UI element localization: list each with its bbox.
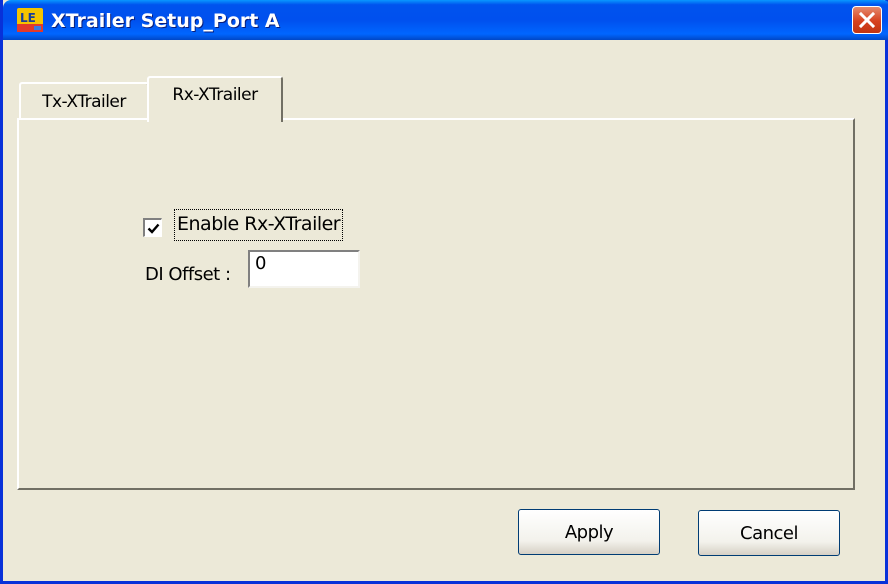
tab-rx-xtrailer[interactable]: Rx-XTrailer (147, 76, 283, 122)
tab-tx-xtrailer[interactable]: Tx-XTrailer (19, 82, 149, 120)
di-offset-label: DI Offset : (145, 264, 231, 285)
le-app-icon: LE (17, 8, 43, 32)
tab-panel (17, 118, 855, 490)
window-title: XTrailer Setup_Port A (51, 10, 280, 32)
tab-label: Tx-XTrailer (42, 92, 126, 112)
enable-rx-xtrailer-checkbox[interactable] (143, 218, 162, 237)
enable-rx-xtrailer-label[interactable]: Enable Rx-XTrailer (173, 209, 344, 241)
checkmark-icon (147, 223, 159, 234)
close-button[interactable] (852, 6, 882, 34)
dialog-window: LE XTrailer Setup_Port A Tx-XTrailer Rx-… (0, 0, 888, 584)
di-offset-input[interactable]: 0 (248, 250, 360, 288)
close-x-icon (858, 11, 876, 29)
cancel-button[interactable]: Cancel (698, 510, 840, 556)
title-bar[interactable]: LE XTrailer Setup_Port A (3, 0, 888, 40)
svg-text:LE: LE (20, 11, 36, 25)
apply-button[interactable]: Apply (518, 509, 660, 555)
tab-label: Rx-XTrailer (172, 85, 258, 105)
